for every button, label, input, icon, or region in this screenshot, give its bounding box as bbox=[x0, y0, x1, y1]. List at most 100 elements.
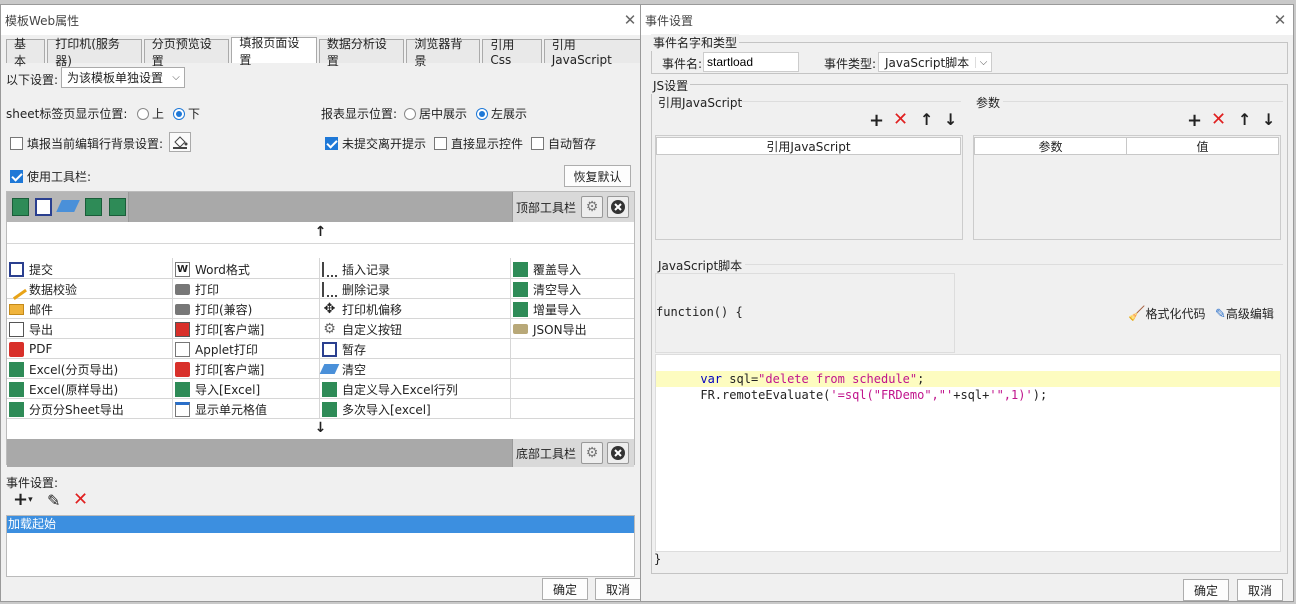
tool-excel-paged[interactable]: Excel(分页导出) bbox=[9, 359, 118, 379]
event-name-input[interactable] bbox=[703, 52, 799, 72]
tool-printer-offset[interactable]: ✥ 打印机偏移 bbox=[322, 299, 402, 319]
tab-basic[interactable]: 基本 bbox=[6, 37, 46, 68]
tool-json-export[interactable]: JSON导出 bbox=[513, 319, 587, 339]
tool-overwrite-import[interactable]: 覆盖导入 bbox=[513, 259, 581, 279]
ref-js-col-header[interactable]: 引用JavaScript bbox=[656, 137, 961, 155]
edit-event-icon[interactable]: ✎ bbox=[47, 491, 60, 510]
no-submit-prompt-checkbox[interactable]: 未提交离开提示 bbox=[325, 135, 426, 152]
tool-show-cell-value[interactable]: 显示单元格值 bbox=[175, 399, 267, 419]
tool-submit[interactable]: 提交 bbox=[9, 259, 53, 279]
tool-custom-import-excel[interactable]: 自定义导入Excel行列 bbox=[322, 379, 458, 399]
delete-event-icon[interactable]: ✕ bbox=[73, 489, 88, 510]
tool-paged-sheet-export[interactable]: 分页分Sheet导出 bbox=[9, 399, 124, 419]
tab-page-preview[interactable]: 分页预览设置 bbox=[143, 37, 230, 68]
ref-js-add-icon[interactable]: + bbox=[869, 110, 884, 131]
event-list-item[interactable]: 加载起始 bbox=[7, 516, 634, 533]
web-properties-window: 模板Web属性 ✕ 基本 打印机(服务器) 分页预览设置 填报页面设置 数据分析… bbox=[0, 4, 644, 602]
code-editor[interactable]: var sql="delete from schedule"; FR.remot… bbox=[655, 354, 1281, 552]
tab-browser-bg[interactable]: 浏览器背景 bbox=[406, 37, 481, 68]
left-ok-button[interactable]: 确定 bbox=[542, 578, 588, 600]
tab-printer[interactable]: 打印机(服务器) bbox=[47, 37, 142, 68]
tab-ref-js[interactable]: 引用JavaScript bbox=[543, 38, 641, 67]
add-event-icon[interactable]: +▾ bbox=[13, 489, 33, 510]
advanced-edit-button[interactable]: ✎高级编辑 bbox=[1215, 305, 1274, 322]
left-cancel-button[interactable]: 取消 bbox=[595, 578, 641, 600]
tool-clear-import[interactable]: 清空导入 bbox=[513, 279, 581, 299]
move-down-row[interactable]: ↓ bbox=[7, 420, 634, 438]
top-icon-excel-1[interactable] bbox=[12, 198, 29, 216]
toolbar-editor: 顶部工具栏 ⚙ ↑ 提交 数据校验 邮件 导出 PDF Excel(分页导出) … bbox=[6, 191, 635, 467]
tool-temp-save[interactable]: 暂存 bbox=[322, 339, 366, 359]
gear-icon[interactable]: ⚙ bbox=[581, 196, 603, 218]
value-col-header[interactable]: 值 bbox=[1126, 137, 1279, 155]
tool-import-excel[interactable]: 导入[Excel] bbox=[175, 379, 260, 399]
tool-export[interactable]: 导出 bbox=[9, 319, 53, 339]
report-left-radio[interactable]: 左展示 bbox=[476, 105, 527, 122]
code-keyword: var bbox=[700, 372, 723, 386]
tool-custom-button[interactable]: ⚙ 自定义按钮 bbox=[322, 319, 402, 339]
tool-pdf[interactable]: PDF bbox=[9, 339, 52, 359]
bg-setting-label: 填报当前编辑行背景设置: bbox=[27, 137, 164, 151]
right-ok-button[interactable]: 确定 bbox=[1183, 579, 1229, 601]
tool-incremental-import[interactable]: 增量导入 bbox=[513, 299, 581, 319]
sheet-pos-top-radio[interactable]: 上 bbox=[137, 105, 164, 122]
tool-print-client-1[interactable]: 打印[客户端] bbox=[175, 319, 264, 339]
move-up-row[interactable]: ↑ bbox=[7, 224, 634, 244]
broom-icon: 🧹 bbox=[1128, 306, 1146, 322]
right-window-title: 事件设置 bbox=[645, 13, 694, 28]
tool-delete-record[interactable]: 删除记录 bbox=[322, 279, 390, 299]
right-cancel-button[interactable]: 取消 bbox=[1237, 579, 1283, 601]
tool-multi-import-excel[interactable]: 多次导入[excel] bbox=[322, 399, 431, 419]
ref-js-down-icon[interactable]: ↓ bbox=[944, 110, 957, 129]
tool-insert-record[interactable]: 插入记录 bbox=[322, 259, 390, 279]
direct-show-ctrl-checkbox[interactable]: 直接显示控件 bbox=[434, 135, 523, 152]
tab-ref-css[interactable]: 引用Css bbox=[482, 38, 542, 67]
tab-fill-page[interactable]: 填报页面设置 bbox=[231, 36, 317, 67]
code-fn: FR.remoteEvaluate( bbox=[700, 388, 831, 402]
param-down-icon[interactable]: ↓ bbox=[1262, 110, 1275, 129]
close-icon[interactable] bbox=[607, 196, 629, 218]
tool-print-client-2[interactable]: 打印[客户端] bbox=[175, 359, 264, 379]
top-icon-excel-2[interactable] bbox=[85, 198, 102, 216]
sheet-pos-label: sheet标签页显示位置: bbox=[6, 107, 128, 121]
settings-label: 以下设置: bbox=[6, 73, 59, 87]
settings-select[interactable]: 为该模板单独设置 ⌵ bbox=[61, 67, 185, 88]
sheet-pos-bottom-radio[interactable]: 下 bbox=[173, 105, 200, 122]
paint-bucket-icon[interactable] bbox=[169, 132, 191, 152]
code-line-1: var sql="delete from schedule"; bbox=[656, 355, 1280, 386]
code-var: sql= bbox=[722, 372, 759, 386]
param-col-header[interactable]: 参数 bbox=[974, 137, 1127, 155]
event-settings-window: 事件设置 ✕ 事件名字和类型 事件名: 事件类型: JavaScript脚本 ⌵… bbox=[640, 4, 1294, 602]
tool-applet-print[interactable]: Applet打印 bbox=[175, 339, 258, 359]
tool-word[interactable]: W Word格式 bbox=[175, 259, 250, 279]
bottom-close-icon[interactable] bbox=[607, 442, 629, 464]
auto-save-checkbox[interactable]: 自动暂存 bbox=[531, 135, 596, 152]
restore-default-button[interactable]: 恢复默认 bbox=[564, 165, 631, 187]
tool-excel-original[interactable]: Excel(原样导出) bbox=[9, 379, 118, 399]
tool-clear[interactable]: 清空 bbox=[319, 359, 366, 379]
ref-js-up-icon[interactable]: ↑ bbox=[920, 110, 933, 129]
right-close-icon[interactable]: ✕ bbox=[1267, 11, 1293, 29]
report-center-radio[interactable]: 居中展示 bbox=[404, 105, 467, 122]
param-up-icon[interactable]: ↑ bbox=[1238, 110, 1251, 129]
tool-print-compat[interactable]: 打印(兼容) bbox=[175, 299, 252, 319]
bg-setting-checkbox[interactable]: 填报当前编辑行背景设置: bbox=[10, 135, 163, 152]
event-type-select[interactable]: JavaScript脚本 ⌵ bbox=[878, 52, 992, 72]
params-label: 参数 bbox=[976, 96, 1001, 110]
param-remove-icon[interactable]: ✕ bbox=[1211, 109, 1226, 130]
code-string-2: '=sql("FRDemo","' bbox=[830, 388, 954, 402]
event-name-label: 事件名: bbox=[662, 57, 703, 71]
tool-data-verify[interactable]: 数据校验 bbox=[6, 278, 77, 300]
type-chevron-down-icon: ⌵ bbox=[975, 56, 991, 68]
format-code-button[interactable]: 🧹格式化代码 bbox=[1128, 305, 1205, 322]
top-icon-excel-3[interactable] bbox=[109, 198, 126, 216]
ref-js-label: 引用JavaScript bbox=[658, 96, 743, 110]
tab-data-analysis[interactable]: 数据分析设置 bbox=[318, 37, 405, 68]
tool-print[interactable]: 打印 bbox=[175, 279, 219, 299]
tool-mail[interactable]: 邮件 bbox=[9, 299, 53, 319]
top-icon-save[interactable] bbox=[35, 198, 52, 216]
use-toolbar-checkbox[interactable]: 使用工具栏: bbox=[10, 168, 91, 185]
ref-js-remove-icon[interactable]: ✕ bbox=[893, 109, 908, 130]
bottom-gear-icon[interactable]: ⚙ bbox=[581, 442, 603, 464]
param-add-icon[interactable]: + bbox=[1187, 110, 1202, 131]
